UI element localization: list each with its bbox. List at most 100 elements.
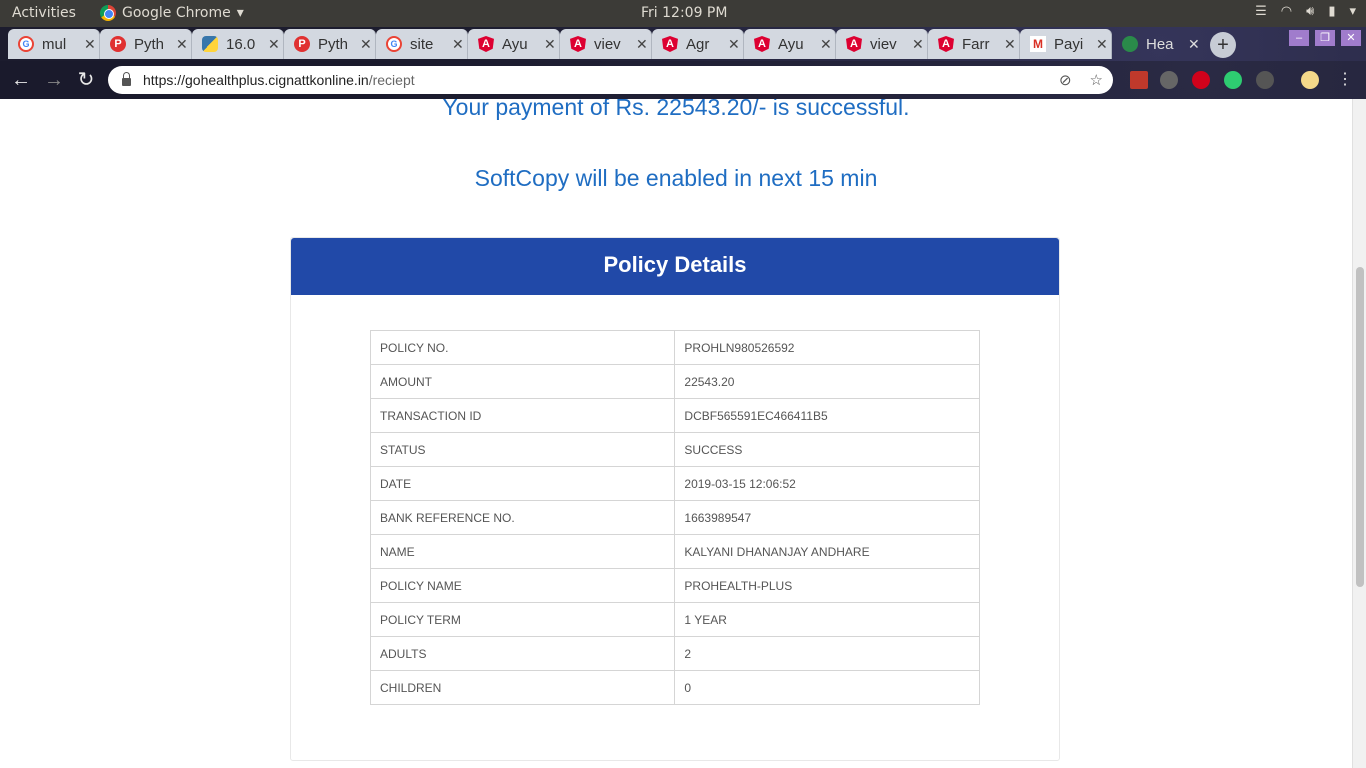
chrome-icon (100, 5, 116, 21)
close-tab-icon[interactable]: ✕ (1004, 36, 1016, 53)
table-row: BANK REFERENCE NO. 1663989547 (369, 500, 980, 535)
browser-tab[interactable]: Aviev ✕ (560, 29, 652, 59)
tab-title: 16.0 (226, 35, 256, 53)
row-value: DCBF565591EC466411B5 (674, 398, 980, 433)
extension-arrow-icon[interactable] (1256, 71, 1274, 89)
browser-tab[interactable]: P Pyth ✕ (284, 29, 376, 59)
table-row: DATE 2019-03-15 12:06:52 (369, 466, 980, 501)
table-row: POLICY TERM 1 YEAR (369, 602, 980, 637)
tab-title: viev (594, 35, 621, 53)
browser-tab[interactable]: Gmul ✕ (8, 29, 100, 59)
address-bar[interactable]: https://gohealthplus.cignattkonline.in/r… (108, 66, 1113, 94)
table-row: NAME KALYANI DHANANJAY ANDHARE (369, 534, 980, 569)
close-tab-icon[interactable]: ✕ (268, 36, 280, 53)
browser-tab[interactable]: A Ayu ✕ (468, 29, 560, 59)
table-row: TRANSACTION ID DCBF565591EC466411B5 (369, 398, 980, 433)
tab-title: Pyth (318, 35, 349, 53)
menu-icon[interactable]: ☰ (1255, 4, 1267, 19)
page-content: Your payment of Rs. 22543.20/- is succes… (0, 99, 1352, 768)
browser-tab[interactable]: Gsite ✕ (376, 29, 468, 59)
row-value: KALYANI DHANANJAY ANDHARE (674, 534, 980, 569)
scrollbar-thumb[interactable] (1356, 267, 1364, 587)
row-label: BANK REFERENCE NO. (369, 500, 676, 535)
new-tab-button[interactable]: + (1210, 32, 1236, 58)
extension-yab-icon[interactable] (1192, 71, 1210, 89)
google-icon: G (386, 36, 402, 52)
angular-icon: A (570, 36, 586, 52)
volume-icon: 🔊︎ (1306, 4, 1315, 19)
row-value: 1 YEAR (674, 602, 980, 637)
close-tab-icon[interactable]: ✕ (912, 36, 924, 53)
translate-blocked-icon[interactable]: ⊘ (1059, 71, 1072, 89)
close-tab-icon[interactable]: ✕ (360, 36, 372, 53)
extension-bookmark-icon[interactable] (1130, 71, 1148, 89)
close-tab-icon[interactable]: ✕ (452, 36, 464, 53)
table-row: POLICY NAME PROHEALTH-PLUS (369, 568, 980, 603)
lock-icon[interactable] (122, 72, 131, 86)
back-icon[interactable]: ← (10, 69, 32, 91)
close-tab-icon[interactable]: ✕ (544, 36, 556, 53)
url-host: https://gohealthplus.cignattkonline.in (143, 72, 369, 88)
payment-success-message: Your payment of Rs. 22543.20/- is succes… (442, 99, 910, 120)
row-value: 2019-03-15 12:06:52 (674, 466, 980, 501)
row-label: AMOUNT (369, 364, 676, 399)
row-value: PROHLN980526592 (674, 330, 980, 365)
tab-title: Ayu (502, 35, 528, 53)
browser-tab[interactable]: A Ayu ✕ (744, 29, 836, 59)
vertical-scrollbar[interactable] (1352, 99, 1366, 768)
browser-tab[interactable]: Aviev ✕ (836, 29, 928, 59)
close-tab-icon[interactable]: ✕ (636, 36, 648, 53)
browser-tab[interactable]: P Pyth ✕ (100, 29, 192, 59)
angular-icon: A (754, 36, 770, 52)
tab-title: viev (870, 35, 897, 53)
tab-title: Farr (962, 35, 990, 53)
close-window-icon[interactable]: ✕ (1341, 30, 1361, 46)
close-tab-icon[interactable]: ✕ (84, 36, 96, 53)
battery-icon: ▮ (1328, 4, 1336, 19)
browser-tab[interactable]: M Payi ✕ (1020, 29, 1112, 59)
policy-details-table: POLICY NO. PROHLN980526592 AMOUNT 22543.20 T… (369, 330, 980, 705)
close-tab-icon[interactable]: ✕ (820, 36, 832, 53)
more-menu-icon[interactable]: ⋮ (1334, 69, 1356, 91)
app-menu[interactable]: Google Chrome ▾ (100, 5, 244, 21)
chevron-down-icon: ▾ (236, 5, 244, 21)
close-tab-icon[interactable]: ✕ (176, 36, 188, 53)
table-row: ADULTS 2 (369, 636, 980, 671)
angular-icon: A (846, 36, 862, 52)
row-value: PROHEALTH-PLUS (674, 568, 980, 603)
reload-icon[interactable]: ↻ (75, 69, 97, 91)
profile-avatar[interactable] (1301, 71, 1319, 89)
forward-icon[interactable]: → (43, 69, 65, 91)
row-label: ADULTS (369, 636, 676, 671)
browser-tab[interactable]: A Farr ✕ (928, 29, 1020, 59)
system-tray[interactable]: ☰ ◠ 🔊︎ ▮ ▾ (1255, 4, 1356, 19)
activities-button[interactable]: Activities (12, 5, 76, 21)
python-site-icon: P (294, 36, 310, 52)
row-label: NAME (369, 534, 676, 569)
google-icon: G (18, 36, 34, 52)
minimize-icon[interactable]: – (1289, 30, 1309, 46)
app-menu-label: Google Chrome (122, 5, 231, 21)
row-value: 0 (674, 670, 980, 705)
clock[interactable]: Fri 12:09 PM (641, 5, 727, 21)
row-label: CHILDREN (369, 670, 676, 705)
row-value: 22543.20 (674, 364, 980, 399)
card-title: Policy Details (291, 238, 1059, 295)
close-tab-icon[interactable]: ✕ (728, 36, 740, 53)
wifi-icon: ◠ (1280, 4, 1293, 19)
table-row: AMOUNT 22543.20 (369, 364, 980, 399)
python-logo-icon (202, 36, 218, 52)
browser-tab[interactable]: Hea ✕ (1112, 29, 1204, 59)
tab-title: Agr (686, 35, 710, 53)
browser-tab[interactable]: A Agr ✕ (652, 29, 744, 59)
close-tab-icon[interactable]: ✕ (1096, 36, 1108, 53)
extension-lightning-icon[interactable] (1160, 71, 1178, 89)
row-label: DATE (369, 466, 676, 501)
bookmark-star-icon[interactable]: ☆ (1090, 71, 1103, 89)
close-tab-icon[interactable]: ✕ (1188, 36, 1200, 53)
browser-tab[interactable]: 16.0 ✕ (192, 29, 284, 59)
row-label: POLICY NO. (369, 330, 676, 365)
tab-title: Payi (1054, 35, 1084, 53)
extension-green-icon[interactable] (1224, 71, 1242, 89)
restore-icon[interactable]: ❐ (1315, 30, 1335, 46)
